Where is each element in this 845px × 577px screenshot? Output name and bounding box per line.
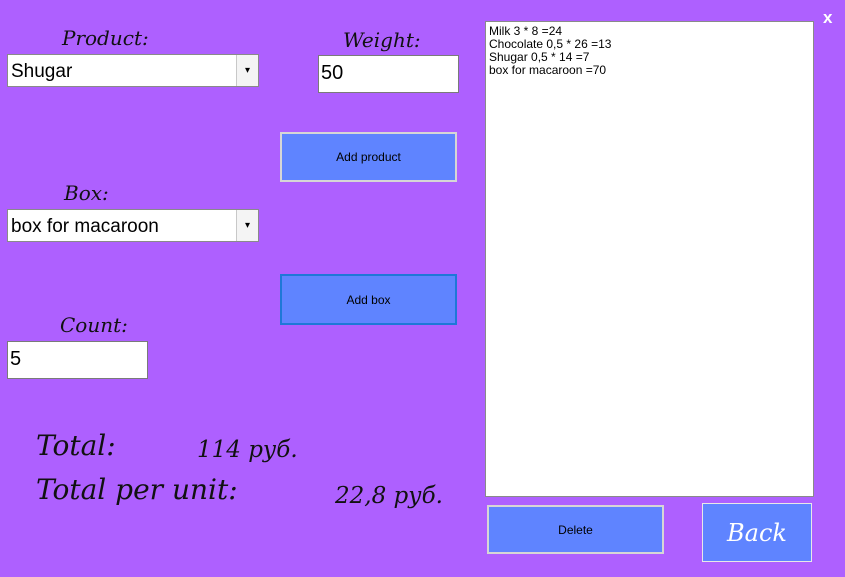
delete-button[interactable]: Delete <box>487 505 664 554</box>
total-value: 114 руб. <box>197 437 298 463</box>
add-box-button[interactable]: Add box <box>280 274 457 325</box>
items-list[interactable]: Milk 3 * 8 =24 Chocolate 0,5 * 26 =13 Sh… <box>485 21 814 497</box>
weight-input[interactable]: 50 <box>318 55 459 93</box>
count-input[interactable]: 5 <box>7 341 148 379</box>
box-select[interactable]: box for macaroon ▾ <box>7 209 259 242</box>
chevron-down-icon[interactable]: ▾ <box>236 210 258 241</box>
box-label: Box: <box>64 181 109 205</box>
close-icon[interactable]: x <box>823 8 832 28</box>
weight-label: Weight: <box>343 28 421 52</box>
list-item[interactable]: box for macaroon =70 <box>489 64 810 77</box>
count-label: Count: <box>60 313 128 337</box>
total-per-unit-value: 22,8 руб. <box>335 483 443 509</box>
product-select-value: Shugar <box>11 61 73 82</box>
add-product-button[interactable]: Add product <box>280 132 457 182</box>
product-label: Product: <box>62 26 149 50</box>
total-per-unit-label: Total per unit: <box>36 473 238 506</box>
back-button[interactable]: Back <box>702 503 812 562</box>
box-select-value: box for macaroon <box>11 216 159 237</box>
product-select[interactable]: Shugar ▾ <box>7 54 259 87</box>
chevron-down-icon[interactable]: ▾ <box>236 55 258 86</box>
total-label: Total: <box>36 429 116 462</box>
